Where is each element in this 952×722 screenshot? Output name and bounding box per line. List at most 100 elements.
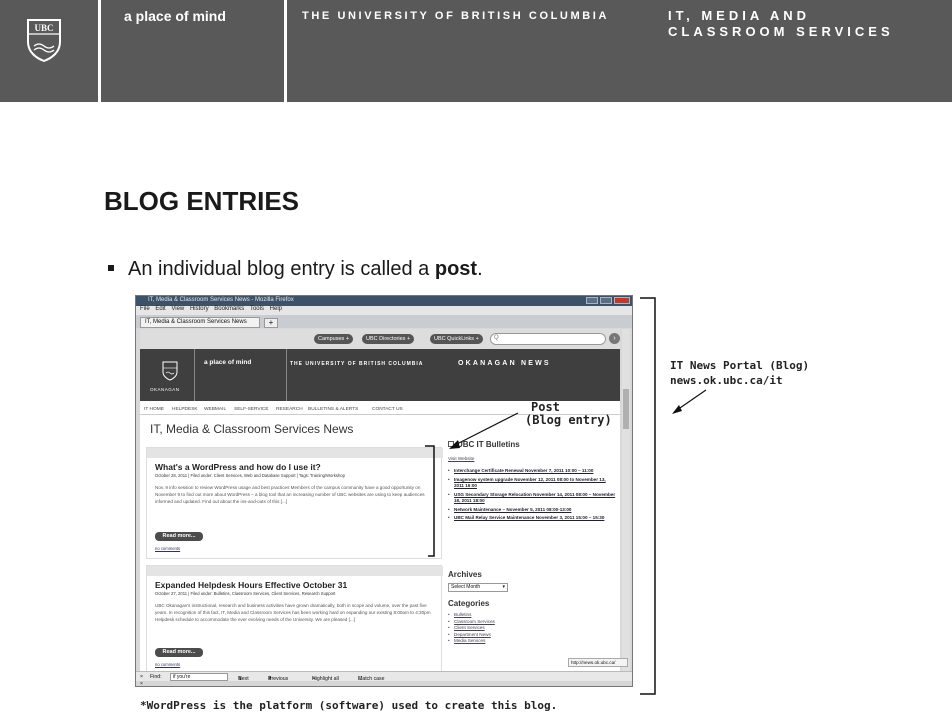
window-controls	[584, 297, 630, 306]
search-placeholder: Q	[494, 335, 499, 341]
post-annotation: Post (Blog entry)	[525, 401, 612, 427]
site-university: THE UNIVERSITY OF BRITISH COLUMBIA	[290, 361, 424, 367]
post-header-bar	[147, 448, 443, 458]
window-title: IT, Media & Classroom Services News - Mo…	[148, 297, 294, 303]
find-label: Find:	[150, 674, 162, 680]
bullet-suffix: .	[477, 258, 483, 280]
archives-select[interactable]: Select Month ▾	[448, 583, 508, 592]
bulletins-heading: UBC IT Bulletins	[448, 440, 520, 449]
page-scrollbar[interactable]	[622, 329, 630, 671]
comments-link[interactable]: no comments	[155, 546, 180, 551]
ubc-directories-button[interactable]: UBC Directories +	[362, 334, 415, 344]
read-more-button[interactable]: Read more...	[155, 648, 203, 657]
bullet-point: An individual blog entry is called a pos…	[108, 258, 483, 281]
post-title[interactable]: What's a WordPress and how do I use it?	[155, 462, 321, 472]
post-excerpt: Nov. 9 info session to review WordPress …	[155, 485, 425, 504]
nav-item-helpdesk[interactable]: HELPDESK	[172, 407, 198, 412]
bullet-square-icon	[108, 265, 114, 271]
find-bar: × Find: if you're ⬇ Next ⬆ Previous ✎ Hi…	[136, 671, 632, 682]
campuses-button[interactable]: Campuses +	[314, 334, 354, 344]
nav-item-self-service[interactable]: SELF-SERVICE	[234, 407, 269, 412]
visit-website-link[interactable]: Visit Website	[448, 456, 474, 461]
department-line-2: CLASSROOM SERVICES	[668, 24, 894, 39]
slide-title: BLOG ENTRIES	[104, 186, 300, 216]
logo-caption: OKANAGAN	[150, 387, 180, 392]
rss-icon	[448, 441, 454, 447]
nav-item-research[interactable]: RESEARCH	[276, 407, 303, 412]
header-university: THE UNIVERSITY OF BRITISH COLUMBIA	[302, 10, 609, 22]
archives-select-value: Select Month	[451, 584, 481, 590]
status-close-icon[interactable]: ×	[140, 681, 143, 686]
post-title[interactable]: Expanded Helpdesk Hours Effective Octobe…	[155, 580, 347, 590]
site-top-bar: Campuses + UBC Directories + Q UBC Quick…	[140, 329, 620, 349]
header-divider	[284, 0, 287, 104]
bulletin-link[interactable]: Imagenow system upgrade November 12, 201…	[448, 477, 616, 490]
find-close-icon[interactable]: ×	[140, 674, 143, 680]
menu-item-help[interactable]: Help	[270, 306, 282, 312]
bulletins-title: UBC IT Bulletins	[457, 440, 520, 449]
minimize-icon[interactable]	[586, 297, 598, 304]
site-search-input[interactable]: Q	[490, 333, 606, 345]
slide-footnote: *WordPress is the platform (software) us…	[140, 699, 558, 712]
status-bar: ×	[136, 681, 632, 686]
nav-item-it-home[interactable]: IT HOME	[144, 407, 164, 412]
read-more-button[interactable]: Read more...	[155, 532, 203, 541]
site-okanagan-news: OKANAGAN NEWS	[458, 360, 551, 367]
bullet-text: An individual blog entry is called a	[128, 258, 435, 280]
menu-item-bookmarks[interactable]: Bookmarks	[214, 306, 244, 312]
nav-item-contact-us[interactable]: CONTACT US	[372, 407, 403, 412]
page-title: IT, Media & Classroom Services News	[150, 422, 354, 436]
new-tab-button[interactable]: +	[264, 318, 278, 328]
header-bottom-rule	[0, 102, 952, 105]
post-excerpt: UBC Okanagan's instructional, research a…	[155, 603, 431, 622]
header-divider	[286, 349, 287, 401]
department-line-1: IT, MEDIA AND	[668, 8, 811, 23]
menu-item-file[interactable]: File	[140, 306, 150, 312]
portal-annotation: IT News Portal (Blog) news.ok.ubc.ca/it	[670, 358, 809, 388]
comments-link[interactable]: no comments	[155, 662, 180, 667]
close-icon[interactable]	[614, 297, 630, 304]
site-header: OKANAGAN a place of mind THE UNIVERSITY …	[140, 349, 620, 401]
menu-item-view[interactable]: View	[171, 306, 184, 312]
portal-arrow	[676, 389, 707, 411]
find-input[interactable]: if you're	[170, 673, 228, 681]
crest-text: UBC	[34, 23, 53, 33]
bullet-bold-term: post	[434, 258, 478, 280]
bulletin-link[interactable]: UBC Mail Relay Service Maintenance Novem…	[448, 515, 616, 522]
browser-tab[interactable]: IT, Media & Classroom Services News	[140, 317, 260, 328]
window-titlebar: IT, Media & Classroom Services News - Mo…	[136, 296, 632, 306]
ubc-quicklinks-button[interactable]: UBC QuickLinks +	[430, 334, 483, 344]
slide-header: UBC a place of mind THE UNIVERSITY OF BR…	[0, 0, 952, 105]
scrollbar-thumb[interactable]	[623, 389, 629, 429]
search-go-icon[interactable]: ›	[609, 333, 620, 344]
menu-bar: File Edit View History Bookmarks Tools H…	[136, 306, 632, 315]
maximize-icon[interactable]	[600, 297, 612, 304]
web-page: Campuses + UBC Directories + Q UBC Quick…	[140, 329, 620, 671]
tab-bar: IT, Media & Classroom Services News +	[136, 315, 632, 328]
categories-list: Bulletins Classroom Services Client Serv…	[448, 612, 616, 645]
portal-annotation-line-2: news.ok.ubc.ca/it	[670, 374, 783, 387]
browser-screenshot: IT, Media & Classroom Services News - Mo…	[135, 295, 633, 687]
bulletin-link[interactable]: Network Maintenance – November 5, 2011 0…	[448, 507, 616, 514]
menu-item-history[interactable]: History	[190, 306, 209, 312]
nav-item-bulletins-alerts[interactable]: BULLETINS & ALERTS	[308, 407, 358, 412]
portal-annotation-line-1: IT News Portal (Blog)	[670, 359, 810, 372]
chevron-down-icon: ▾	[502, 584, 505, 590]
bulletins-list: Interchange Certificate Renewal November…	[448, 468, 616, 524]
post-annotation-line-2: (Blog entry)	[525, 413, 612, 427]
bulletin-link[interactable]: Interchange Certificate Renewal November…	[448, 468, 616, 475]
header-divider	[98, 0, 101, 104]
category-link[interactable]: Media Services	[448, 638, 616, 645]
browser-bracket	[640, 297, 656, 695]
header-department: IT, MEDIA AND CLASSROOM SERVICES	[668, 8, 894, 40]
blog-post: What's a WordPress and how do I use it? …	[146, 447, 443, 559]
portal-arrowhead	[672, 405, 682, 414]
menu-item-tools[interactable]: Tools	[250, 306, 264, 312]
bulletin-link[interactable]: USG Secondary Storage Relocation Novembe…	[448, 492, 616, 505]
archives-heading: Archives	[448, 570, 482, 579]
menu-item-edit[interactable]: Edit	[155, 306, 165, 312]
nav-item-webmail[interactable]: WEBMAIL	[204, 407, 226, 412]
ubc-crest-logo[interactable]	[160, 361, 180, 381]
status-url-tooltip: http://news.ok.ubc.ca/	[568, 658, 628, 667]
header-divider	[194, 349, 195, 401]
